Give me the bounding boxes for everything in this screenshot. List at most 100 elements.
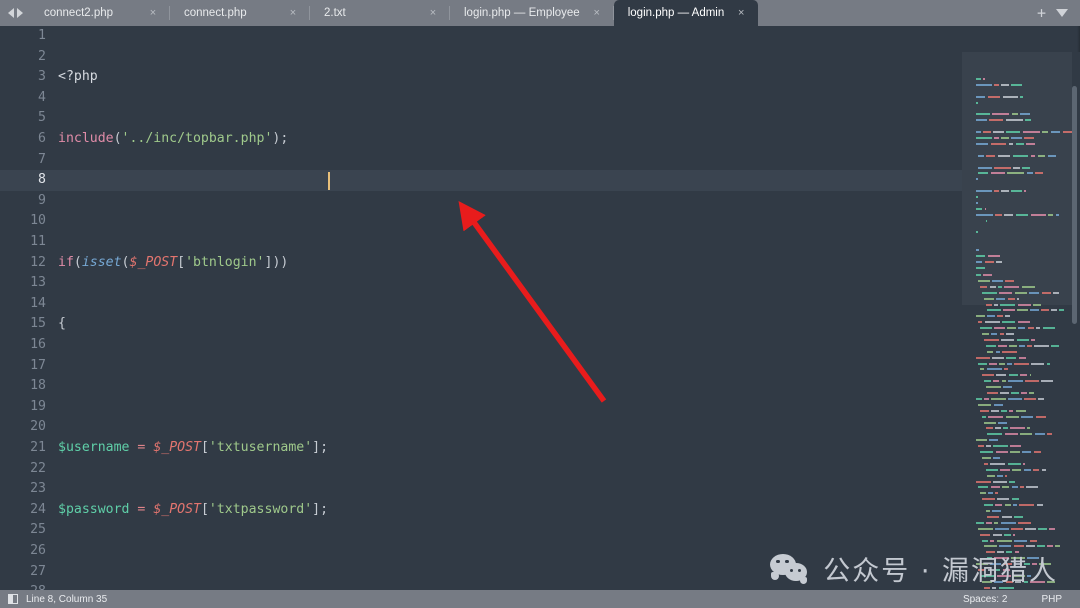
close-icon[interactable]: × bbox=[142, 7, 164, 19]
minimap-line bbox=[1011, 83, 1022, 86]
minimap-line bbox=[1042, 327, 1055, 330]
minimap-line bbox=[1022, 451, 1032, 453]
code-line[interactable] bbox=[58, 376, 963, 397]
minimap-line bbox=[1009, 344, 1017, 347]
minimap-line bbox=[1035, 172, 1043, 175]
minimap-line bbox=[992, 279, 1003, 282]
minimap-line bbox=[1047, 545, 1054, 548]
minimap-line bbox=[995, 451, 1008, 453]
minimap-line bbox=[1002, 95, 1018, 98]
close-icon[interactable]: × bbox=[730, 7, 752, 19]
minimap-line bbox=[1012, 468, 1022, 471]
minimap-line bbox=[1005, 474, 1007, 477]
minimap-line bbox=[1047, 433, 1052, 436]
minimap-line bbox=[993, 166, 1011, 169]
minimap-line bbox=[1025, 119, 1032, 122]
new-tab-icon[interactable]: + bbox=[1037, 5, 1046, 21]
tab-nav-arrows[interactable] bbox=[0, 0, 30, 26]
minimap-line bbox=[992, 456, 1001, 459]
minimap-line bbox=[995, 213, 1002, 216]
minimap-line bbox=[1002, 350, 1018, 353]
close-icon[interactable]: × bbox=[282, 7, 304, 19]
code-line[interactable]: <?php bbox=[58, 67, 963, 88]
minimap-line bbox=[976, 397, 982, 400]
tab-connect-php[interactable]: connect.php × bbox=[170, 0, 310, 26]
minimap-line bbox=[1015, 409, 1027, 412]
tab-login-php-admin[interactable]: login.php — Admin × bbox=[613, 0, 759, 26]
minimap-line bbox=[1013, 166, 1020, 169]
line-number: 10 bbox=[30, 213, 46, 229]
minimap-line bbox=[1025, 380, 1039, 383]
tab-login-php-employee[interactable]: login.php — Employee × bbox=[450, 0, 614, 26]
minimap-line bbox=[1017, 309, 1028, 312]
tab-2-txt[interactable]: 2.txt × bbox=[310, 0, 450, 26]
line-number: 14 bbox=[30, 295, 46, 311]
watermark: 公众号 · 漏洞猎人 bbox=[770, 549, 1058, 588]
minimap-line bbox=[1000, 392, 1010, 394]
indentation-label[interactable]: Spaces: 2 bbox=[963, 594, 1007, 605]
minimap-line bbox=[976, 95, 986, 98]
minimap-line bbox=[1000, 83, 1009, 86]
minimap-line bbox=[1011, 498, 1020, 501]
minimap-line bbox=[1013, 533, 1015, 536]
minimap-line bbox=[1042, 131, 1049, 134]
code-line[interactable]: if(isset($_POST['btnlogin'])) bbox=[58, 253, 963, 274]
minimap-line bbox=[1020, 95, 1024, 98]
split-pane-icon[interactable] bbox=[8, 594, 18, 604]
minimap-line bbox=[993, 521, 999, 524]
code-content[interactable]: <?php include('../inc/topbar.php'); if(i… bbox=[58, 26, 963, 590]
minimap-line bbox=[1052, 291, 1059, 294]
minimap-line bbox=[987, 350, 994, 353]
chevron-down-icon[interactable] bbox=[1056, 9, 1068, 17]
code-line[interactable]: include('../inc/topbar.php'); bbox=[58, 129, 963, 150]
line-number-active: 8 bbox=[38, 172, 46, 188]
language-mode-label[interactable]: PHP bbox=[1041, 594, 1062, 605]
minimap-line bbox=[983, 297, 995, 300]
vertical-scrollbar-thumb[interactable] bbox=[1072, 86, 1077, 324]
minimap-line bbox=[990, 397, 1006, 400]
minimap-line bbox=[1006, 327, 1016, 330]
line-number: 12 bbox=[30, 254, 46, 270]
minimap-line bbox=[981, 415, 987, 418]
line-number: 15 bbox=[30, 316, 46, 332]
arrow-left-icon[interactable] bbox=[7, 8, 14, 18]
minimap-line bbox=[1006, 131, 1021, 134]
minimap-line bbox=[989, 539, 995, 542]
minimap-line bbox=[990, 462, 1006, 465]
minimap-line bbox=[976, 78, 981, 80]
minimap-line bbox=[1004, 504, 1011, 507]
close-icon[interactable]: × bbox=[586, 7, 608, 19]
line-number: 4 bbox=[38, 89, 46, 105]
minimap-line bbox=[981, 291, 997, 294]
minimap-line bbox=[1033, 468, 1040, 471]
minimap-line bbox=[992, 113, 1010, 116]
code-line[interactable] bbox=[58, 191, 963, 212]
minimap-line bbox=[1062, 131, 1072, 134]
code-line[interactable]: $username = $_POST['txtusername']; bbox=[58, 438, 963, 459]
minimap-line bbox=[1022, 131, 1040, 134]
minimap-line bbox=[1036, 504, 1043, 507]
minimap-line bbox=[1017, 321, 1030, 324]
line-number: 3 bbox=[38, 69, 46, 85]
cursor-position-label[interactable]: Line 8, Column 35 bbox=[26, 594, 107, 605]
tab-bar-empty-space bbox=[758, 0, 1037, 26]
minimap-line bbox=[976, 266, 986, 269]
minimap-line bbox=[983, 338, 999, 341]
minimap-line bbox=[977, 527, 993, 530]
minimap-line bbox=[979, 285, 988, 288]
minimap-line bbox=[981, 374, 994, 377]
tab-connect2-php[interactable]: connect2.php × bbox=[30, 0, 170, 26]
arrow-right-icon[interactable] bbox=[16, 8, 23, 18]
code-line[interactable]: { bbox=[58, 314, 963, 335]
minimap-line bbox=[1030, 309, 1039, 312]
tab-label: connect2.php bbox=[44, 7, 114, 19]
minimap-line bbox=[1017, 303, 1032, 306]
code-editor-pane[interactable]: 1 2 3 4 5 6 7 8 9 10 11 12 13 14 15 16 1… bbox=[0, 26, 1080, 590]
minimap-line bbox=[1050, 309, 1057, 312]
line-number: 7 bbox=[38, 151, 46, 167]
minimap-line bbox=[1013, 362, 1029, 365]
close-icon[interactable]: × bbox=[422, 7, 444, 19]
code-line-active[interactable]: $password = $_POST['txtpassword']; bbox=[58, 500, 963, 521]
minimap-line bbox=[984, 260, 994, 263]
minimap[interactable] bbox=[962, 52, 1080, 590]
